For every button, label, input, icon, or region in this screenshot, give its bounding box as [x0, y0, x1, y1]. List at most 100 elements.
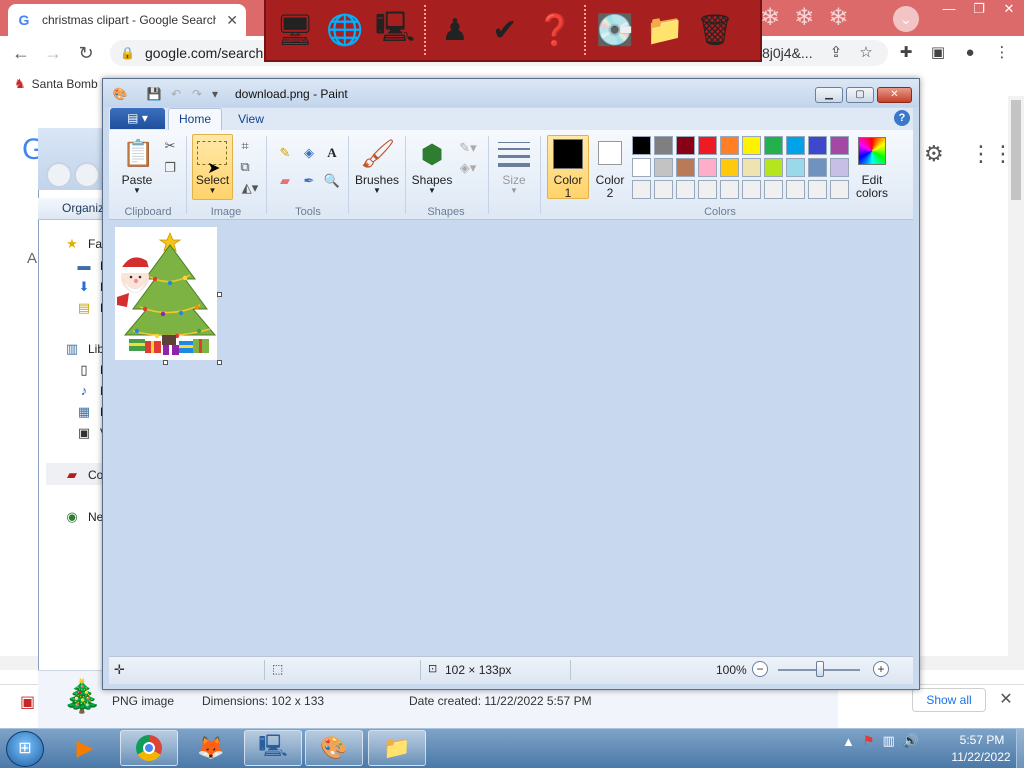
- size-button[interactable]: Size: [494, 173, 534, 187]
- shapes-icon[interactable]: ⬢: [416, 137, 448, 171]
- palette-color-swatch[interactable]: [764, 180, 783, 199]
- palette-color-swatch[interactable]: [698, 158, 717, 177]
- copy-icon[interactable]: ❐: [160, 158, 180, 178]
- edit-colors-label-2[interactable]: colors: [852, 186, 892, 200]
- zoom-slider-thumb[interactable]: [816, 661, 824, 677]
- palette-color-swatch[interactable]: [764, 136, 783, 155]
- start-button[interactable]: ⊞: [6, 731, 44, 767]
- zoom-out-icon[interactable]: −: [752, 661, 768, 677]
- palette-color-swatch[interactable]: [698, 180, 717, 199]
- resize-icon[interactable]: ⧉: [235, 157, 255, 177]
- default-programs-icon[interactable]: ✔: [484, 7, 526, 53]
- network-tray-icon[interactable]: ▥: [883, 733, 895, 749]
- shapes-dropdown-icon[interactable]: ▼: [410, 186, 454, 195]
- network-globe-icon[interactable]: 🌐: [324, 7, 366, 53]
- explorer-organize-menu[interactable]: Organiz: [38, 198, 108, 220]
- palette-color-swatch[interactable]: [676, 136, 695, 155]
- text-tool-icon[interactable]: A: [322, 143, 342, 163]
- back-icon[interactable]: ←: [8, 40, 34, 66]
- control-panel-taskbar-icon[interactable]: 🖳: [244, 730, 302, 766]
- canvas-workspace[interactable]: [109, 221, 913, 656]
- folder-icon[interactable]: 📁: [644, 7, 686, 53]
- explorer-taskbar-icon[interactable]: 📁: [368, 730, 426, 766]
- fill-icon[interactable]: ◈▾: [456, 158, 480, 178]
- paste-icon[interactable]: 📋: [122, 138, 154, 170]
- palette-color-swatch[interactable]: [808, 158, 827, 177]
- palette-color-swatch[interactable]: [786, 136, 805, 155]
- paste-button[interactable]: Paste: [116, 173, 158, 187]
- resize-handle-right[interactable]: [217, 292, 222, 297]
- show-hidden-icons-icon[interactable]: ▲: [842, 734, 855, 749]
- resize-handle-corner[interactable]: [217, 360, 222, 365]
- redo-icon[interactable]: ↷: [189, 86, 205, 102]
- forward-icon[interactable]: →: [40, 40, 66, 66]
- palette-color-swatch[interactable]: [676, 158, 695, 177]
- recycle-bin-icon[interactable]: 🗑: [694, 7, 736, 53]
- firefox-icon[interactable]: 🦊: [182, 730, 240, 766]
- chrome-taskbar-icon[interactable]: [120, 730, 178, 766]
- palette-color-swatch[interactable]: [808, 136, 827, 155]
- palette-color-swatch[interactable]: [654, 158, 673, 177]
- computer-icon[interactable]: 🖥: [274, 7, 316, 53]
- chrome-active-tab[interactable]: G christmas clipart - Google Search ✕: [8, 4, 246, 36]
- palette-color-swatch[interactable]: [742, 180, 761, 199]
- chrome-menu-icon[interactable]: ⋮: [990, 42, 1014, 64]
- eraser-icon[interactable]: ▰: [275, 171, 295, 191]
- explorer-computer[interactable]: ▰ Co: [64, 467, 103, 483]
- select-dropdown-icon[interactable]: ▼: [192, 186, 233, 195]
- palette-color-swatch[interactable]: [830, 158, 849, 177]
- brushes-icon[interactable]: 🖌: [360, 137, 396, 171]
- shapes-button[interactable]: Shapes: [410, 173, 454, 187]
- share-icon[interactable]: ⇪: [824, 42, 848, 64]
- crop-icon[interactable]: ⌗: [235, 136, 255, 156]
- fill-bucket-icon[interactable]: ◈: [299, 143, 319, 163]
- palette-color-swatch[interactable]: [742, 158, 761, 177]
- bookmark-santa-bomb[interactable]: ♞ Santa Bomb: [14, 76, 98, 92]
- show-all-button[interactable]: Show all: [912, 688, 986, 712]
- minimize-icon[interactable]: —: [934, 0, 964, 20]
- palette-color-swatch[interactable]: [786, 158, 805, 177]
- palette-color-swatch[interactable]: [720, 136, 739, 155]
- close-icon[interactable]: ✕: [877, 87, 912, 103]
- resize-handle-bottom[interactable]: [163, 360, 168, 365]
- download-item-icon[interactable]: ▣: [20, 692, 35, 712]
- paint-taskbar-icon[interactable]: 🎨: [305, 730, 363, 766]
- palette-color-swatch[interactable]: [654, 180, 673, 199]
- brushes-dropdown-icon[interactable]: ▼: [352, 186, 402, 195]
- show-desktop-button[interactable]: [1016, 729, 1024, 768]
- close-icon[interactable]: ✕: [994, 0, 1024, 20]
- palette-color-swatch[interactable]: [632, 180, 651, 199]
- color-picker-icon[interactable]: ✒: [299, 171, 319, 191]
- restore-icon[interactable]: ❐: [964, 0, 994, 20]
- rotate-icon[interactable]: ◭▾: [237, 178, 263, 198]
- customize-quick-access-icon[interactable]: ▾: [207, 86, 223, 102]
- palette-color-swatch[interactable]: [720, 158, 739, 177]
- explorer-back-icon[interactable]: [46, 162, 72, 188]
- outline-icon[interactable]: ✎▾: [456, 138, 480, 158]
- explorer-libraries[interactable]: ▥ Lib: [64, 341, 104, 357]
- help-icon[interactable]: ?: [894, 110, 910, 126]
- extensions-icon[interactable]: ✚: [894, 42, 918, 64]
- edit-colors-label-1[interactable]: Edit: [852, 173, 892, 187]
- palette-color-swatch[interactable]: [786, 180, 805, 199]
- palette-color-swatch[interactable]: [830, 180, 849, 199]
- palette-color-swatch[interactable]: [654, 136, 673, 155]
- paint-menu-button[interactable]: ▤ ▾: [110, 108, 165, 129]
- palette-color-swatch[interactable]: [632, 158, 651, 177]
- reload-icon[interactable]: ↻: [73, 40, 99, 66]
- page-scroll-thumb[interactable]: [1011, 100, 1021, 200]
- edit-colors-icon[interactable]: [858, 137, 886, 165]
- games-icon[interactable]: ♟: [434, 7, 476, 53]
- cut-icon[interactable]: ✂: [160, 136, 180, 156]
- action-center-icon[interactable]: ⚑: [863, 733, 875, 749]
- save-icon[interactable]: 💾: [146, 86, 162, 102]
- tab-search-icon[interactable]: ⌄: [893, 6, 919, 32]
- size-dropdown-icon[interactable]: ▼: [494, 186, 534, 195]
- drive-icon[interactable]: 💽: [594, 7, 636, 53]
- profile-icon[interactable]: ●: [958, 42, 982, 64]
- clock-date[interactable]: 11/22/2022: [946, 750, 1016, 764]
- download-shelf-close-icon[interactable]: ✕: [996, 688, 1016, 712]
- explorer-network[interactable]: ◉ Net: [64, 509, 106, 525]
- palette-color-swatch[interactable]: [698, 136, 717, 155]
- palette-color-swatch[interactable]: [632, 136, 651, 155]
